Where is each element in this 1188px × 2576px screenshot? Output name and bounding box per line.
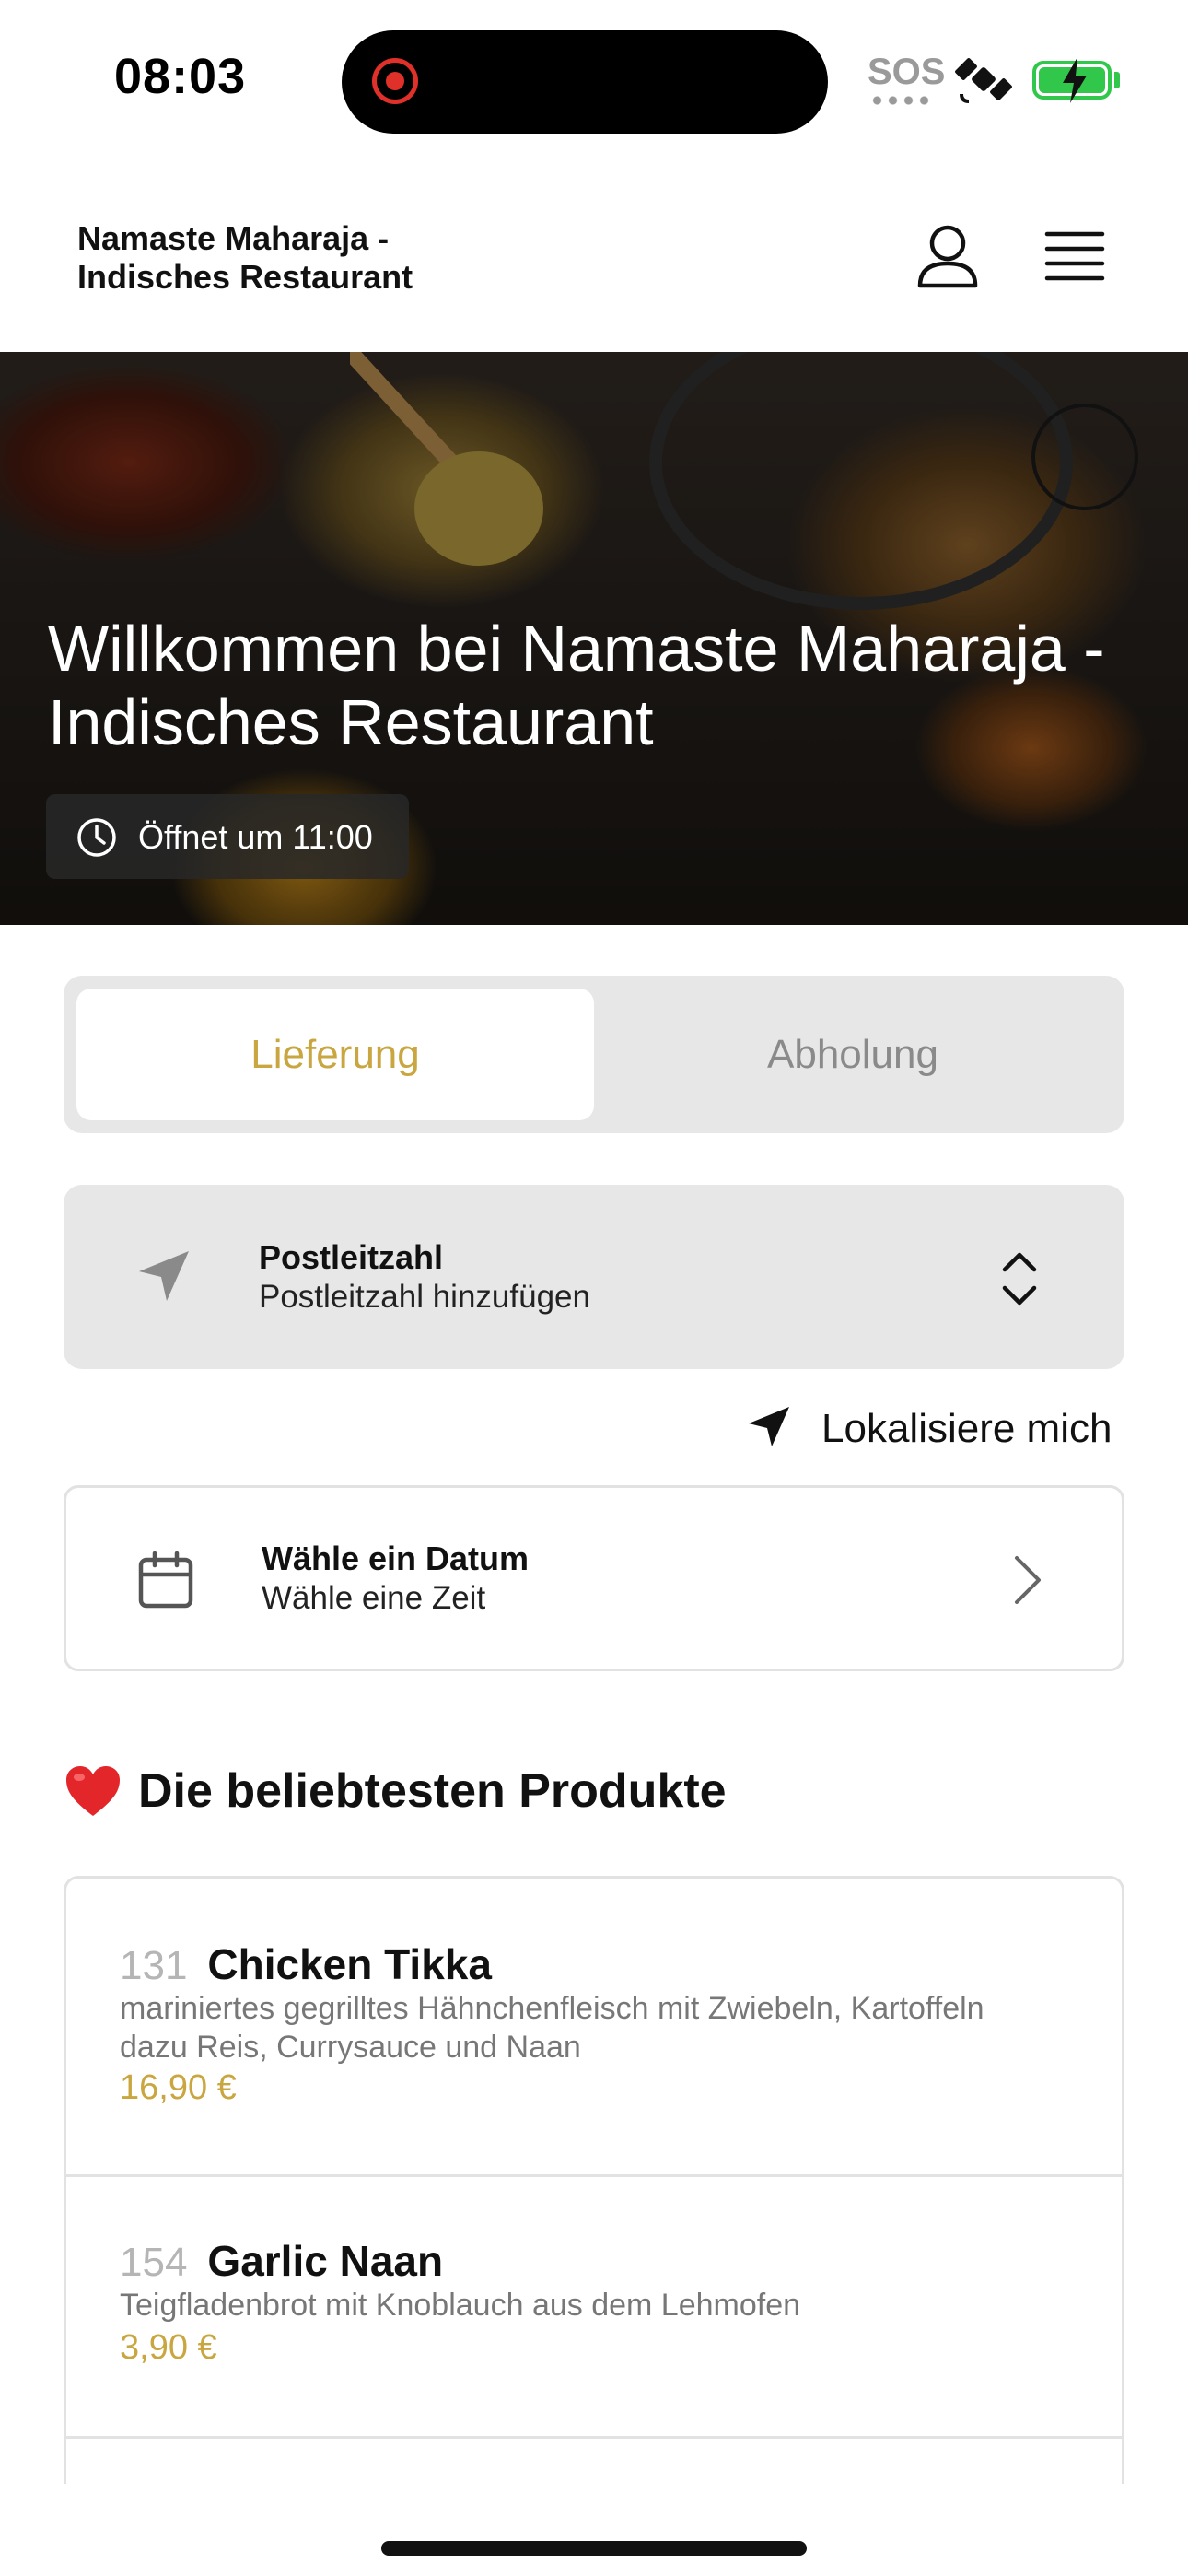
hamburger-menu-icon[interactable]: [1044, 228, 1105, 284]
location-arrow-icon: [139, 1251, 189, 1301]
product-price: 3,90 €: [120, 2328, 217, 2367]
chevron-right-icon: [1015, 1556, 1041, 1604]
product-name: Garlic Naan: [207, 2237, 444, 2285]
chevron-up-down-icon: [1002, 1252, 1037, 1306]
signal-dots-icon: [869, 96, 930, 105]
satellite-icon: [955, 58, 1012, 103]
postcode-selector[interactable]: Postleitzahl Postleitzahl hinzufügen: [64, 1185, 1124, 1369]
postcode-input[interactable]: Postleitzahl hinzufügen: [259, 1279, 590, 1316]
product-list: 131 Chicken Tikka mariniertes gegrilltes…: [64, 1876, 1124, 2484]
product-name: Chicken Tikka: [207, 1940, 492, 1988]
sos-indicator: SOS: [868, 52, 946, 92]
dynamic-island: [342, 30, 828, 134]
locate-me-label: Lokalisiere mich: [821, 1406, 1112, 1451]
navigation-arrow-icon: [749, 1407, 789, 1446]
home-indicator[interactable]: [381, 2541, 807, 2556]
tab-delivery[interactable]: Lieferung: [76, 989, 594, 1120]
halal-stamp-icon: [1031, 404, 1138, 510]
hero-title: Willkommen bei Namaste Maharaja - Indisc…: [48, 613, 1105, 758]
product-item[interactable]: 131 Chicken Tikka mariniertes gegrilltes…: [66, 1879, 1122, 2177]
product-description: mariniertes gegrilltes Hähnchenfleisch m…: [120, 1991, 984, 2065]
clock-icon: [77, 818, 116, 857]
hero-banner: Willkommen bei Namaste Maharaja - Indisc…: [0, 352, 1188, 925]
time-label: Wähle eine Zeit: [262, 1580, 486, 1616]
popular-products-heading: Die beliebtesten Produkte: [64, 1763, 727, 1819]
order-mode-toggle: Lieferung Abholung: [64, 976, 1124, 1133]
date-time-selector[interactable]: Wähle ein Datum Wähle eine Zeit: [64, 1485, 1124, 1671]
product-item[interactable]: 154 Garlic Naan Teigfladenbrot mit Knobl…: [66, 2177, 1122, 2439]
status-bar: 08:03 SOS: [0, 0, 1188, 157]
app-header: Namaste Maharaja - Indisches Restaurant: [0, 157, 1188, 352]
calendar-icon: [138, 1551, 193, 1609]
restaurant-name[interactable]: Namaste Maharaja - Indisches Restaurant: [77, 219, 483, 297]
product-number: 131: [120, 1943, 188, 1988]
postcode-label: Postleitzahl: [259, 1238, 444, 1276]
user-account-icon[interactable]: [916, 223, 979, 289]
opening-hours-badge: Öffnet um 11:00: [46, 794, 409, 879]
product-price: 16,90 €: [120, 2068, 237, 2107]
date-label: Wähle ein Datum: [262, 1540, 530, 1577]
product-description: Teigfladenbrot mit Knoblauch aus dem Leh…: [120, 2288, 801, 2323]
popular-products-title: Die beliebtesten Produkte: [138, 1764, 727, 1818]
recording-icon: [372, 58, 418, 104]
heart-icon: [66, 1766, 120, 1816]
product-number: 154: [120, 2240, 188, 2285]
status-time: 08:03: [114, 49, 247, 104]
charging-bolt-icon: [1063, 57, 1087, 103]
locate-me-button[interactable]: Lokalisiere mich: [746, 1400, 1125, 1456]
tab-pickup[interactable]: Abholung: [594, 989, 1112, 1120]
opening-hours-text: Öffnet um 11:00: [138, 818, 373, 856]
